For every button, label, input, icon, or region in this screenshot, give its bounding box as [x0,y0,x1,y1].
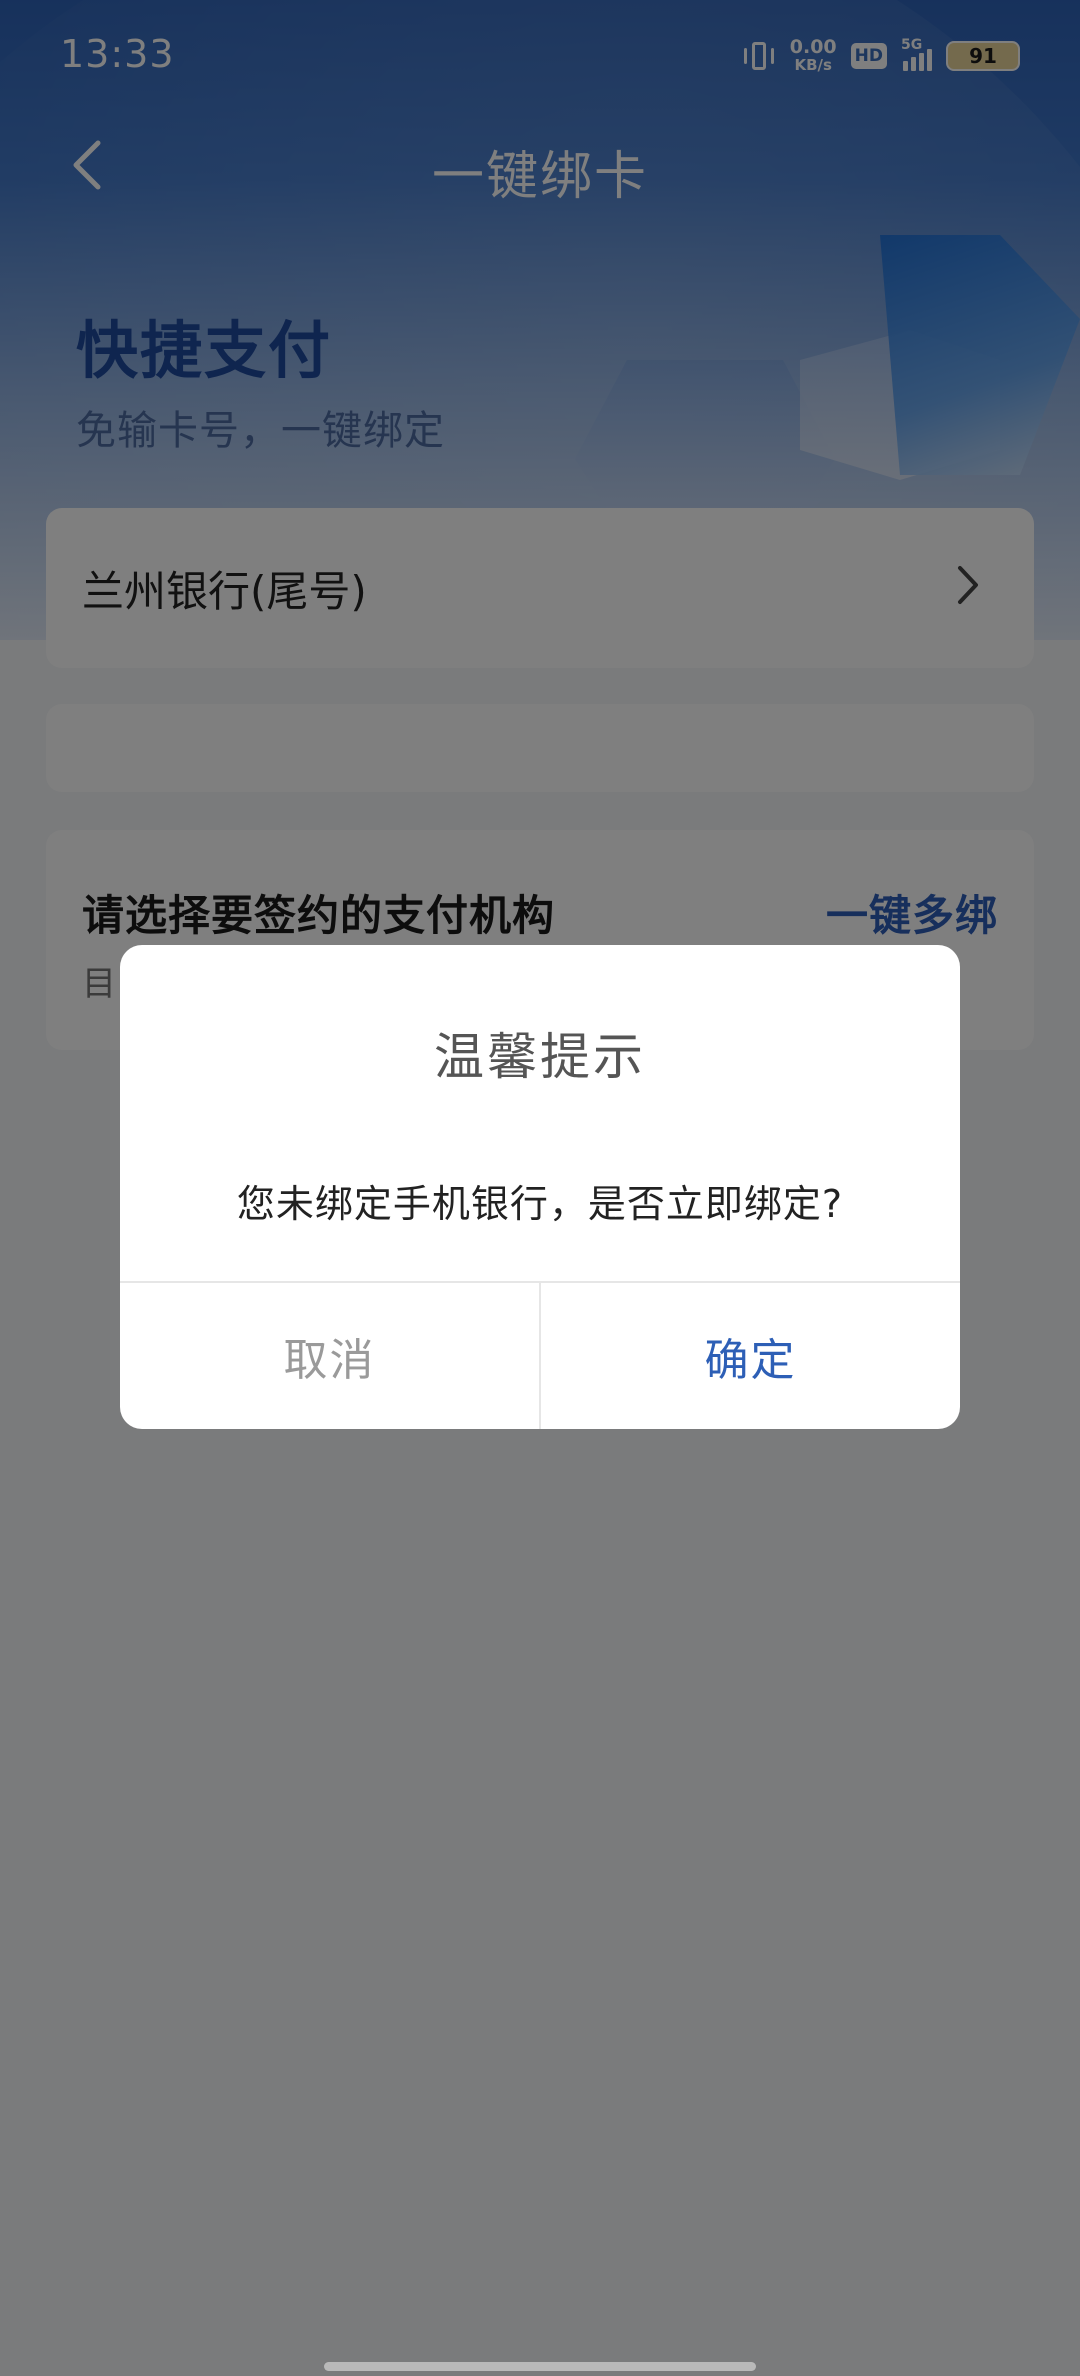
dialog-title: 温馨提示 [434,1028,646,1086]
dialog-message: 您未绑定手机银行，是否立即绑定? [236,1182,844,1226]
confirm-button[interactable]: 确定 [541,1283,960,1429]
home-indicator[interactable] [324,2362,756,2371]
confirm-dialog: 温馨提示 您未绑定手机银行，是否立即绑定? 取消 确定 [120,945,960,1429]
cancel-button[interactable]: 取消 [120,1283,539,1429]
